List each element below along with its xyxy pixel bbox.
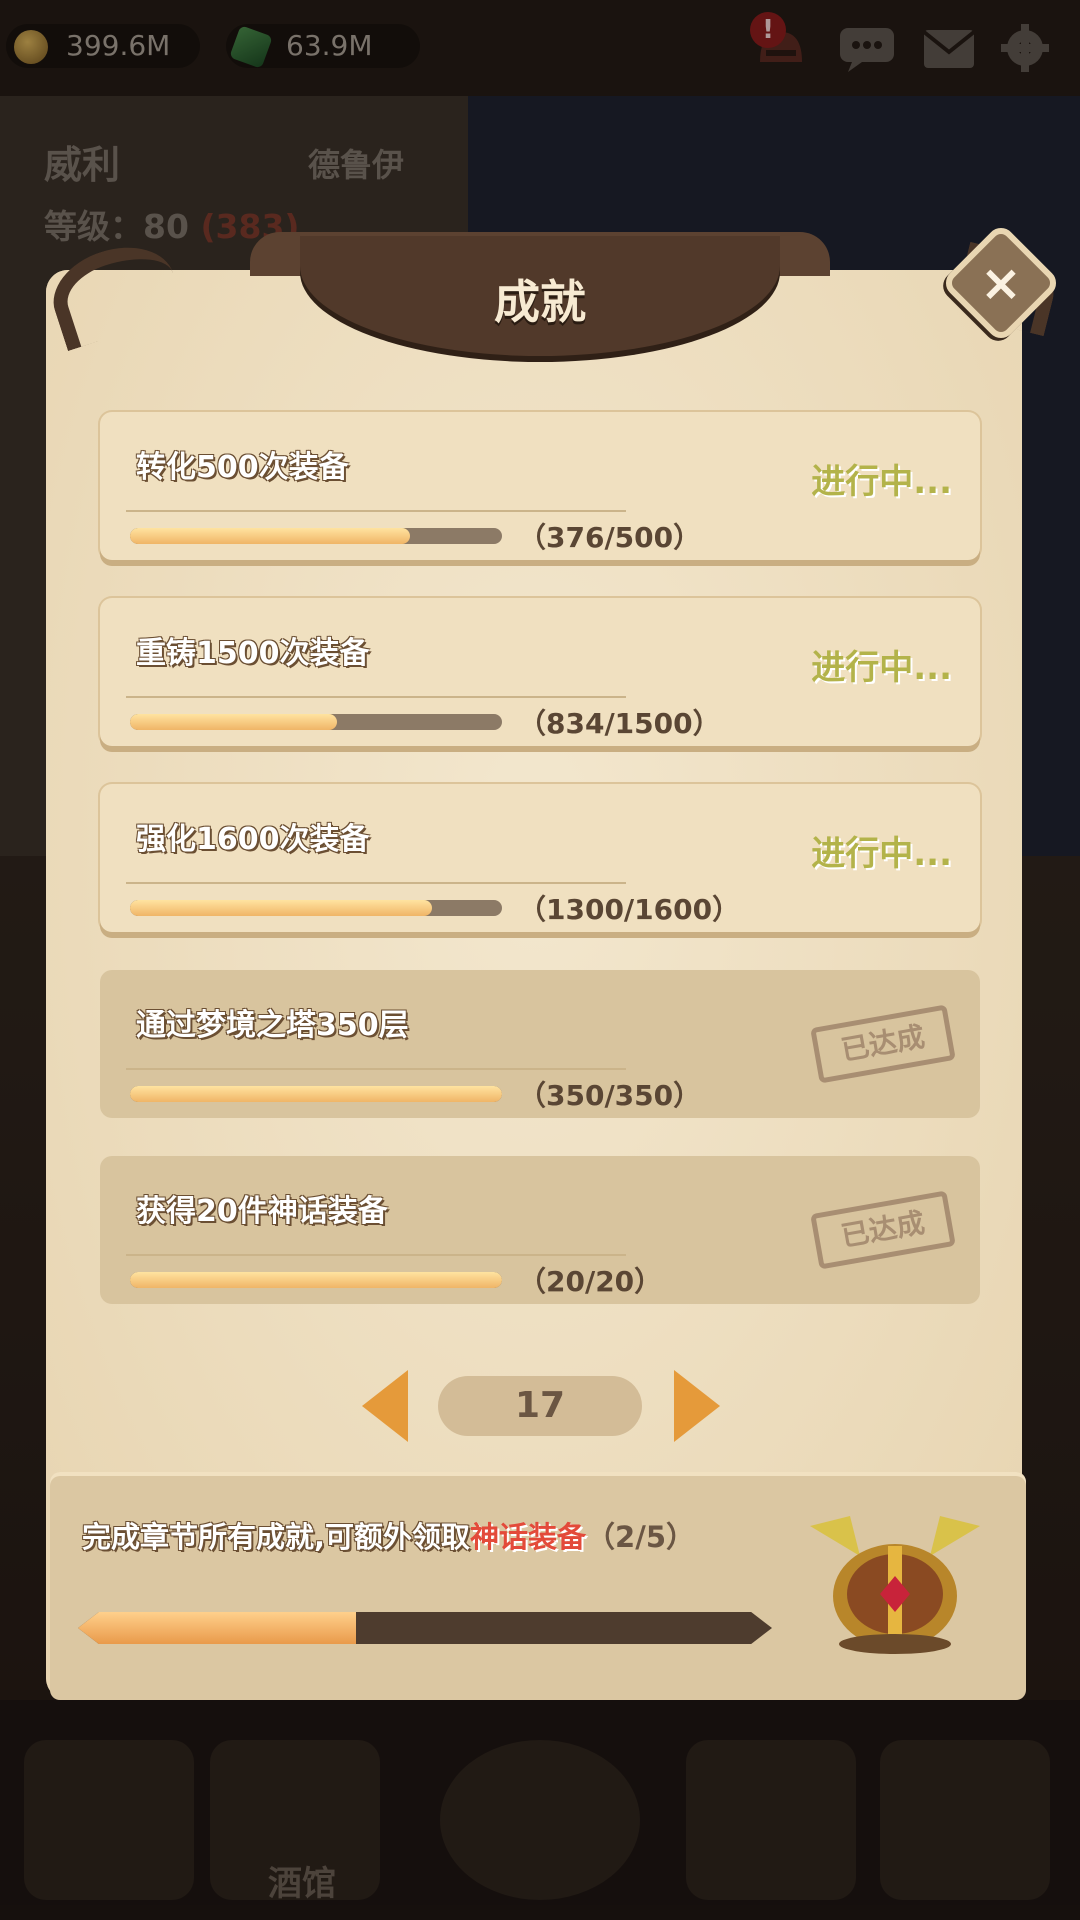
divider bbox=[126, 510, 626, 512]
chapter-reward-text: 完成章节所有成就,可额外领取神话装备（2/5） bbox=[82, 1514, 695, 1556]
achievement-row: 获得20件神话装备 （20/20） 已达成 bbox=[100, 1156, 980, 1304]
achievement-count: （350/350） bbox=[518, 1079, 702, 1112]
achievement-progress-bar bbox=[130, 714, 502, 730]
achievement-progress-bar bbox=[130, 1272, 502, 1288]
achievement-title: 强化1600次装备 bbox=[136, 822, 370, 857]
achievement-row: 通过梦境之塔350层 （350/350） 已达成 bbox=[100, 970, 980, 1118]
divider bbox=[126, 882, 626, 884]
pager-next-arrow-icon[interactable] bbox=[674, 1370, 720, 1442]
achievement-status: 进行中... bbox=[811, 462, 952, 502]
page-number: 17 bbox=[438, 1376, 642, 1436]
achievement-title: 获得20件神话装备 bbox=[136, 1194, 388, 1229]
chapter-reward-item: 神话装备 bbox=[470, 1520, 587, 1554]
achievement-count: （1300/1600） bbox=[518, 893, 741, 926]
completed-stamp: 已达成 bbox=[810, 1004, 956, 1084]
achievement-progress-fill bbox=[130, 1272, 502, 1288]
close-icon[interactable]: × bbox=[958, 240, 1044, 326]
pager-prev-arrow-icon[interactable] bbox=[362, 1370, 408, 1442]
achievement-progress-fill bbox=[130, 714, 337, 730]
chapter-progress-fill bbox=[78, 1612, 356, 1644]
chapter-progress-bar bbox=[78, 1612, 772, 1644]
achievement-progress-fill bbox=[130, 528, 410, 544]
achievement-title: 转化500次装备 bbox=[136, 450, 349, 485]
chapter-reward-desc: 完成章节所有成就,可额外领取 bbox=[82, 1520, 471, 1554]
achievement-title: 重铸1500次装备 bbox=[136, 636, 370, 671]
chapter-reward-count: （2/5） bbox=[586, 1520, 695, 1554]
achievement-progress-fill bbox=[130, 1086, 502, 1102]
achievement-count: （376/500） bbox=[518, 521, 702, 554]
achievement-row: 重铸1500次装备 （834/1500） 进行中... bbox=[100, 598, 980, 746]
achievement-count: （20/20） bbox=[518, 1265, 663, 1298]
achievement-row: 转化500次装备 （376/500） 进行中... bbox=[100, 412, 980, 560]
mythic-reward-chest-icon[interactable] bbox=[800, 1506, 990, 1656]
divider bbox=[126, 696, 626, 698]
achievement-progress-fill bbox=[130, 900, 433, 916]
achievement-status: 进行中... bbox=[811, 834, 952, 874]
achievement-count: （834/1500） bbox=[518, 707, 721, 740]
achievement-progress-bar bbox=[130, 900, 502, 916]
completed-stamp: 已达成 bbox=[810, 1190, 956, 1270]
divider bbox=[126, 1254, 626, 1256]
divider bbox=[126, 1068, 626, 1070]
modal-title: 成就 bbox=[494, 275, 586, 329]
achievement-status: 进行中... bbox=[811, 648, 952, 688]
achievement-progress-bar bbox=[130, 528, 502, 544]
achievement-row: 强化1600次装备 （1300/1600） 进行中... bbox=[100, 784, 980, 932]
achievement-title: 通过梦境之塔350层 bbox=[136, 1008, 409, 1043]
achievement-progress-bar bbox=[130, 1086, 502, 1102]
